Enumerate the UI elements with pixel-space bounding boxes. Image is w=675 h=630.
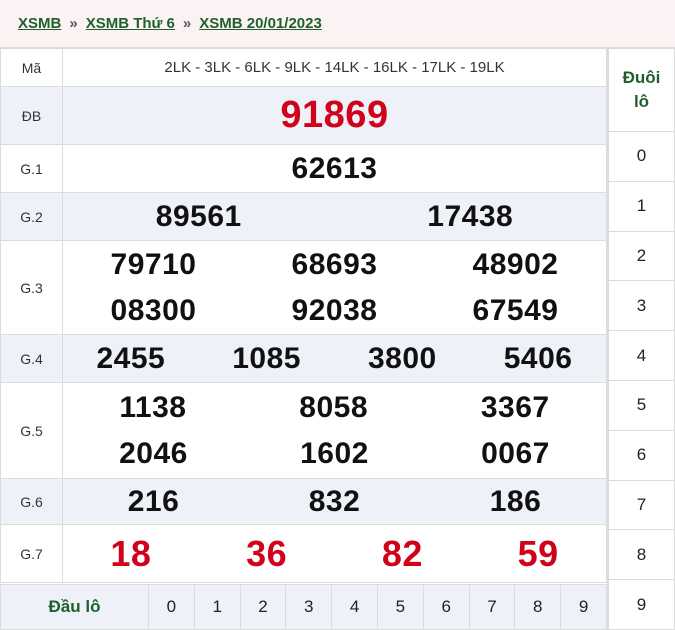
dau-lo-digit-8[interactable]: 8 [515, 585, 562, 629]
row-label-g3: G.3 [0, 240, 63, 335]
table-row-g6: G.6 216 832 186 [0, 478, 607, 525]
row-label-g4: G.4 [0, 334, 63, 383]
table-row-ma: Mã 2LK - 3LK - 6LK - 9LK - 14LK - 16LK -… [0, 48, 607, 87]
prize-number-g3: 68693 [291, 247, 378, 281]
prize-number-g7: 59 [517, 532, 559, 574]
prize-cell-g2: 89561 17438 [62, 192, 607, 241]
prize-number-g3: 92038 [291, 293, 378, 327]
row-label-g2: G.2 [0, 192, 63, 241]
table-row-g7: G.7 18 36 82 59 [0, 524, 607, 583]
prize-number-g1: 62613 [291, 151, 378, 185]
dau-lo-digit-7[interactable]: 7 [470, 585, 516, 629]
table-row-db: ĐB 91869 [0, 86, 607, 145]
duoi-lo-label-line1: Đuôi [622, 68, 661, 87]
prize-number-g3: 08300 [110, 293, 197, 327]
dau-lo-digit-1[interactable]: 1 [195, 585, 241, 629]
prize-cell-db: 91869 [62, 86, 607, 145]
breadcrumb-link-xsmb[interactable]: XSMB [18, 15, 61, 32]
duoi-lo-digit-9[interactable]: 9 [608, 580, 675, 630]
prize-cell-g7: 18 36 82 59 [62, 524, 607, 583]
row-label-g1: G.1 [0, 144, 63, 193]
prize-number-g7: 36 [246, 532, 288, 574]
prize-number-g4: 3800 [368, 341, 437, 375]
breadcrumb-link-xsmb-thu-6[interactable]: XSMB Thứ 6 [86, 15, 175, 32]
prize-number-db: 91869 [280, 94, 389, 136]
prize-number-g5: 8058 [299, 390, 369, 424]
row-label-g5: G.5 [0, 382, 63, 479]
row-label-g7: G.7 [0, 524, 63, 583]
duoi-lo-digit-8[interactable]: 8 [608, 530, 675, 581]
prize-number-g3: 67549 [472, 293, 559, 327]
prize-number-g5: 1138 [119, 390, 187, 424]
breadcrumb-separator: » [182, 15, 192, 32]
duoi-lo-digit-4[interactable]: 4 [608, 331, 675, 381]
prize-number-g5: 1602 [300, 436, 369, 470]
dau-lo-digit-2[interactable]: 2 [241, 585, 287, 629]
duoi-lo-column: Đuôi lô 0 1 2 3 4 5 6 7 8 9 [607, 48, 675, 630]
prize-number-g7: 82 [381, 532, 423, 574]
row-label-db: ĐB [0, 86, 63, 145]
prize-cell-g6: 216 832 186 [62, 478, 607, 525]
prize-cell-g3: 79710 68693 48902 08300 92038 67549 [62, 240, 607, 335]
prize-number-g4: 1085 [232, 341, 301, 375]
prize-number-g3: 79710 [110, 247, 197, 281]
table-row-g4: G.4 2455 1085 3800 5406 [0, 334, 607, 383]
dau-lo-digit-5[interactable]: 5 [378, 585, 424, 629]
duoi-lo-digit-5[interactable]: 5 [608, 380, 675, 431]
prize-number-g6: 186 [489, 484, 542, 518]
prize-number-g5: 2046 [119, 436, 188, 470]
row-label-g6: G.6 [0, 478, 63, 525]
dau-lo-digit-9[interactable]: 9 [561, 585, 606, 629]
dau-lo-digit-6[interactable]: 6 [424, 585, 470, 629]
prize-number-g4: 2455 [96, 341, 166, 375]
breadcrumb: XSMB » XSMB Thứ 6 » XSMB 20/01/2023 [0, 0, 675, 48]
prize-cell-g1: 62613 [62, 144, 607, 193]
prize-number-g5: 3367 [480, 390, 550, 424]
prize-number-g6: 216 [127, 484, 180, 518]
duoi-lo-digit-3[interactable]: 3 [608, 281, 675, 332]
breadcrumb-link-xsmb-date[interactable]: XSMB 20/01/2023 [199, 15, 322, 32]
duoi-lo-digit-7[interactable]: 7 [608, 480, 675, 531]
dau-lo-digit-4[interactable]: 4 [332, 585, 378, 629]
prize-number-g2: 17438 [427, 199, 514, 233]
duoi-lo-digit-2[interactable]: 2 [608, 231, 675, 282]
prize-number-g4: 5406 [503, 341, 573, 375]
table-row-g5: G.5 1138 8058 3367 2046 1602 0067 [0, 382, 607, 479]
breadcrumb-separator: » [69, 15, 78, 32]
table-row-g2: G.2 89561 17438 [0, 192, 607, 241]
table-row-g3: G.3 79710 68693 48902 08300 92038 67549 [0, 240, 607, 335]
row-label-ma: Mã [0, 48, 63, 87]
duoi-lo-digit-1[interactable]: 1 [608, 181, 675, 232]
prize-cell-g5: 1138 8058 3367 2046 1602 0067 [62, 382, 607, 479]
duoi-lo-label-line2: lô [633, 92, 650, 111]
duoi-lo-label: Đuôi lô [608, 48, 675, 132]
prize-number-g3: 48902 [472, 247, 559, 281]
dau-lo-label: Đầu lô [1, 585, 149, 629]
prize-number-g2: 89561 [155, 199, 242, 233]
dau-lo-row: Đầu lô 0 1 2 3 4 5 6 7 8 9 [0, 584, 607, 630]
dau-lo-digit-3[interactable]: 3 [286, 585, 333, 629]
prize-cell-g4: 2455 1085 3800 5406 [62, 334, 607, 383]
duoi-lo-digit-0[interactable]: 0 [608, 132, 675, 182]
prize-number-g6: 832 [308, 484, 361, 518]
prize-number-g7: 18 [110, 532, 152, 574]
ma-codes: 2LK - 3LK - 6LK - 9LK - 14LK - 16LK - 17… [62, 48, 607, 87]
dau-lo-digit-0[interactable]: 0 [149, 585, 195, 629]
table-row-g1: G.1 62613 [0, 144, 607, 193]
results-table: Mã 2LK - 3LK - 6LK - 9LK - 14LK - 16LK -… [0, 48, 607, 583]
duoi-lo-digit-6[interactable]: 6 [608, 430, 675, 481]
prize-number-g5: 0067 [481, 436, 550, 470]
